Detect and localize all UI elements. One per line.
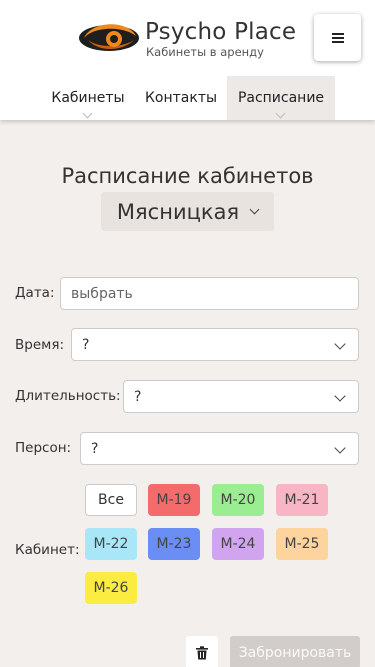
room-chip-m25[interactable]: М-25 — [276, 528, 328, 560]
hamburger-icon — [331, 32, 344, 43]
brand-subtitle: Кабинеты в аренду — [146, 45, 264, 59]
location-select[interactable]: Мясницкая — [101, 192, 274, 231]
duration-label: Длительность: — [15, 388, 121, 404]
room-chip-m26[interactable]: М-26 — [85, 572, 137, 604]
header: Psycho Place Кабинеты в аренду Кабинеты … — [0, 0, 375, 120]
duration-value: ? — [134, 388, 142, 405]
date-input[interactable]: выбрать — [60, 277, 359, 310]
chevron-down-icon — [82, 108, 93, 119]
chevron-down-icon — [334, 338, 346, 350]
tab-label: Кабинеты — [51, 90, 125, 106]
room-chip-m21[interactable]: М-21 — [276, 484, 328, 516]
chevron-down-icon — [334, 442, 346, 454]
room-chip-m20[interactable]: М-20 — [212, 484, 264, 516]
room-chip-m19[interactable]: М-19 — [148, 484, 200, 516]
main-nav: Кабинеты Контакты Расписание — [0, 76, 375, 120]
persons-label: Персон: — [15, 440, 72, 456]
room-chip-m23[interactable]: М-23 — [148, 528, 200, 560]
room-chip-m24[interactable]: М-24 — [212, 528, 264, 560]
book-button[interactable]: Забронировать — [230, 636, 360, 667]
chevron-down-icon — [275, 108, 286, 119]
location-value: Мясницкая — [116, 199, 240, 224]
brand-title[interactable]: Psycho Place — [145, 19, 296, 45]
room-label: Кабинет: — [15, 542, 80, 558]
tab-label: Расписание — [237, 90, 325, 106]
trash-icon — [196, 645, 208, 659]
date-label: Дата: — [15, 285, 55, 301]
time-label: Время: — [15, 337, 64, 353]
time-select[interactable]: ? — [71, 328, 359, 361]
persons-select[interactable]: ? — [80, 432, 359, 465]
room-chip-all[interactable]: Все — [85, 484, 137, 516]
eye-logo-icon[interactable] — [78, 18, 140, 58]
page-title: Расписание кабинетов — [61, 164, 314, 188]
tab-label: Контакты — [144, 90, 218, 106]
tab-contacts[interactable]: Контакты — [140, 76, 222, 120]
time-value: ? — [82, 336, 90, 353]
duration-select[interactable]: ? — [123, 380, 359, 413]
chevron-down-icon — [249, 204, 260, 214]
room-chip-m22[interactable]: М-22 — [85, 528, 137, 560]
clear-button[interactable] — [186, 636, 218, 667]
menu-button[interactable] — [314, 14, 361, 61]
tab-rooms[interactable]: Кабинеты — [43, 76, 133, 120]
chevron-down-icon — [334, 390, 346, 402]
tab-schedule[interactable]: Расписание — [227, 76, 335, 120]
persons-value: ? — [91, 440, 99, 457]
